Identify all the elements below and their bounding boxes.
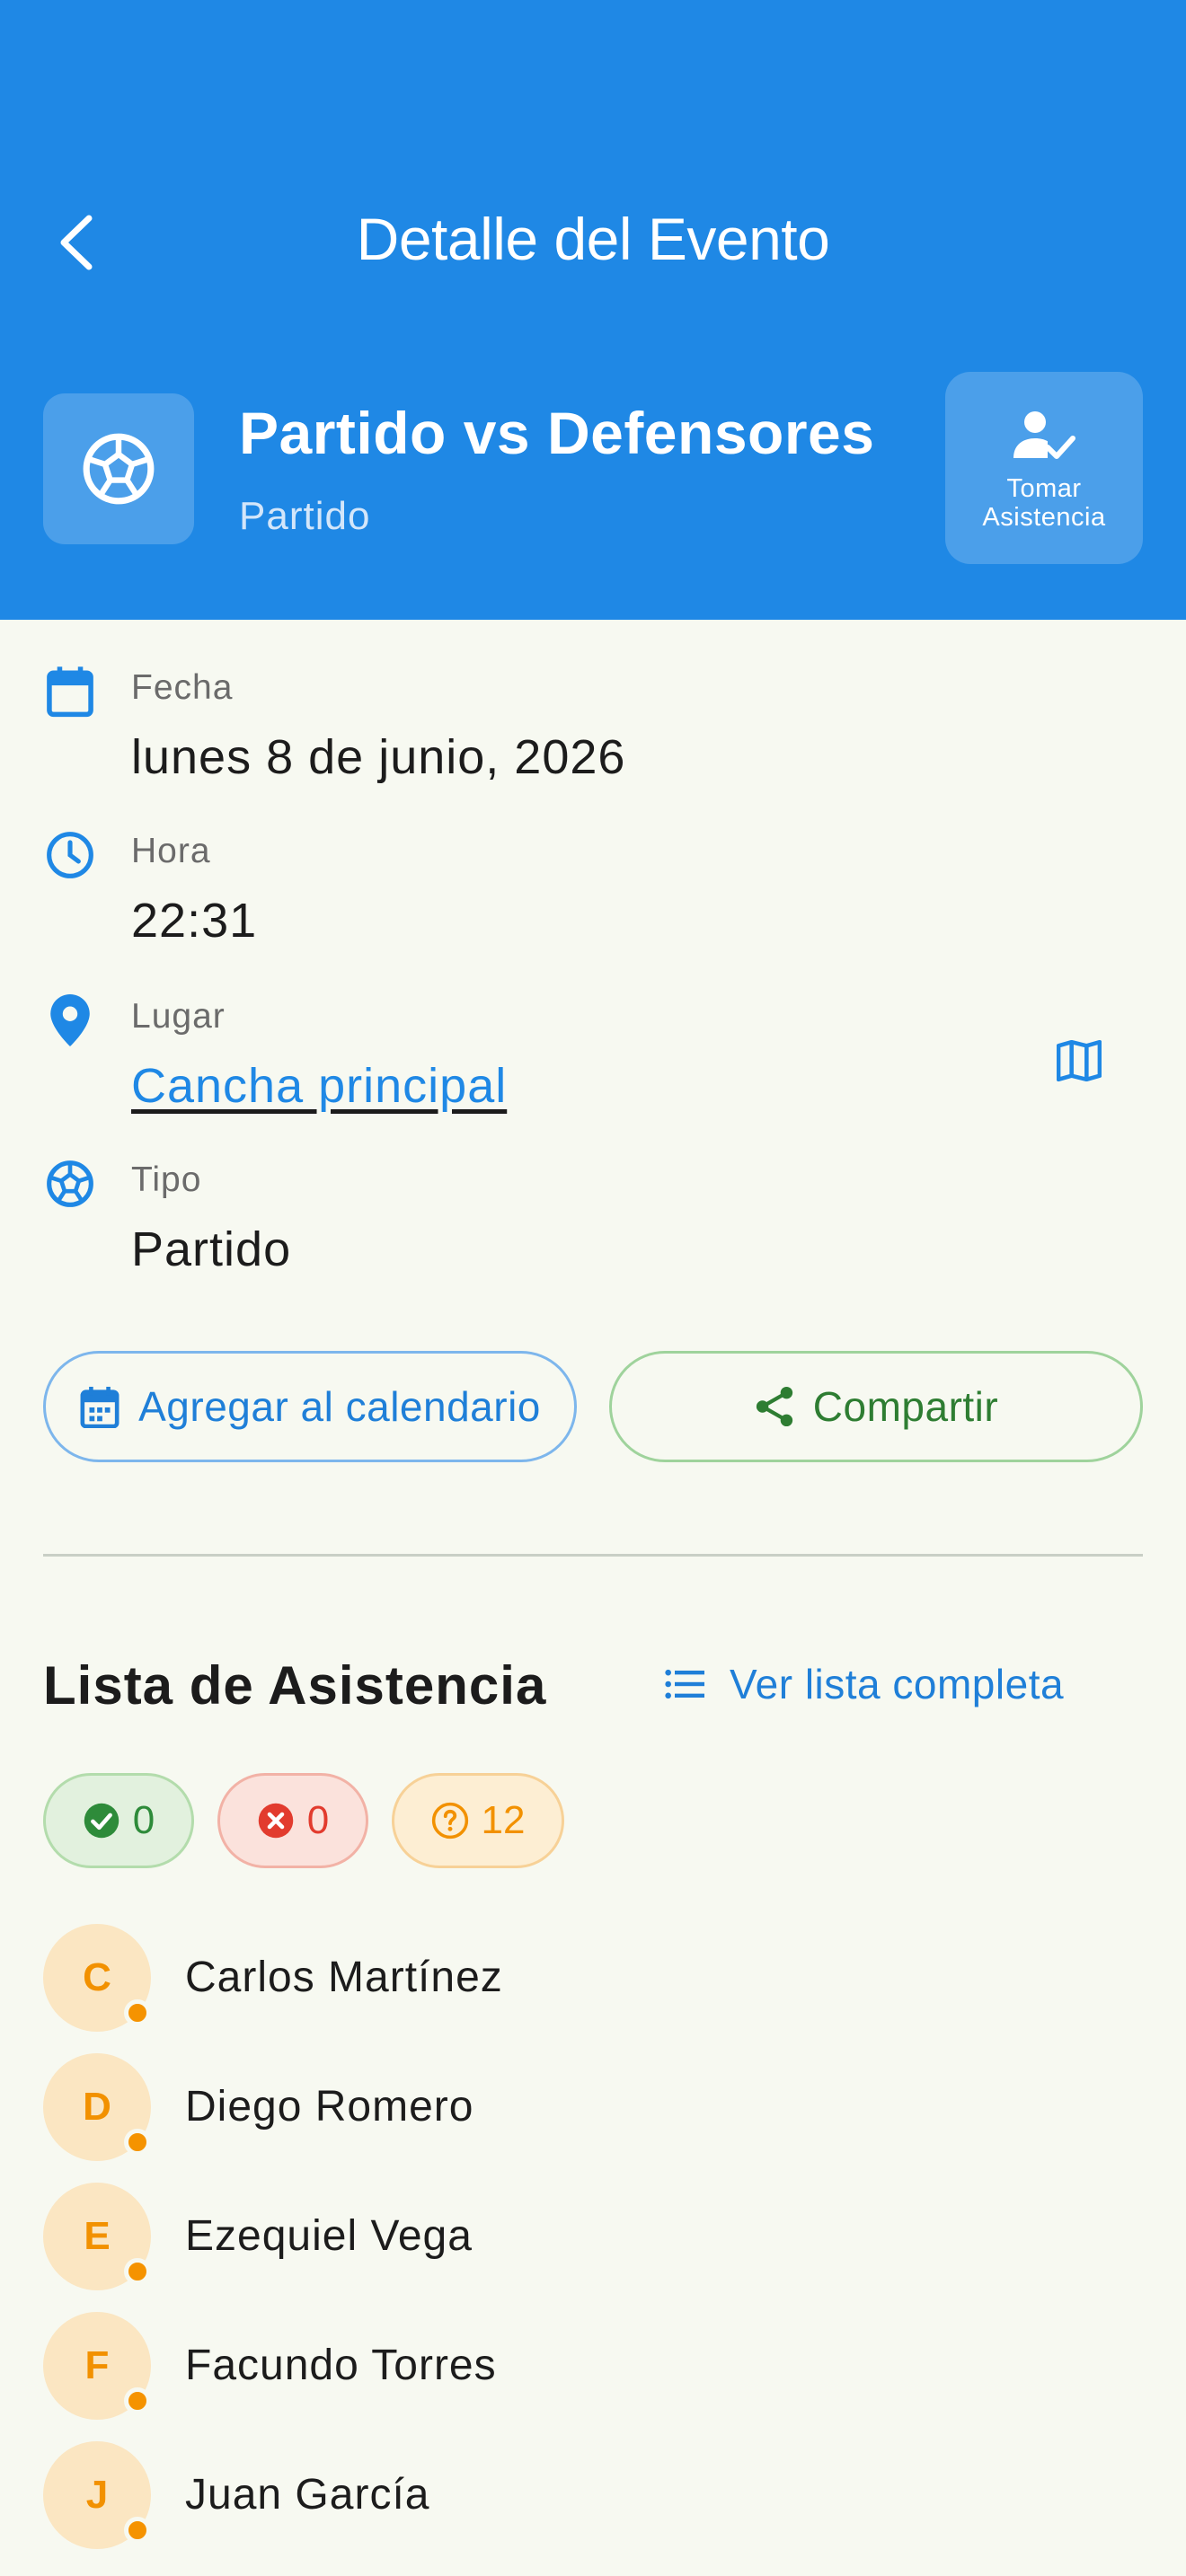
time-value: 22:31 bbox=[131, 894, 258, 948]
clock-icon bbox=[43, 828, 97, 882]
take-attendance-label: Tomar Asistencia bbox=[982, 474, 1106, 532]
member-name: Ezequiel Vega bbox=[185, 2212, 473, 2260]
pending-count-chip[interactable]: 12 bbox=[392, 1773, 564, 1868]
avatar-initial: F bbox=[84, 2343, 110, 2387]
add-to-calendar-button[interactable]: Agregar al calendario bbox=[43, 1351, 577, 1462]
place-label: Lugar bbox=[131, 997, 226, 1036]
calendar-icon bbox=[80, 1386, 119, 1428]
time-label: Hora bbox=[131, 832, 211, 870]
page-title: Detalle del Evento bbox=[356, 206, 830, 272]
member-row[interactable]: D Diego Romero bbox=[0, 2053, 1186, 2161]
avatar-initial: D bbox=[83, 2085, 111, 2129]
pending-status-dot bbox=[124, 2129, 151, 2156]
member-row[interactable]: E Ezequiel Vega bbox=[0, 2183, 1186, 2290]
avatar-initial: J bbox=[85, 2473, 109, 2517]
avatar-initial: E bbox=[84, 2214, 111, 2258]
present-count-chip[interactable]: 0 bbox=[43, 1773, 194, 1868]
list-icon bbox=[665, 1669, 704, 1699]
avatar: E bbox=[43, 2183, 151, 2290]
type-label: Tipo bbox=[131, 1160, 202, 1199]
date-label: Fecha bbox=[131, 668, 234, 707]
member-name: Carlos Martínez bbox=[185, 1954, 503, 2001]
absent-count: 0 bbox=[306, 1798, 330, 1842]
type-value: Partido bbox=[131, 1222, 292, 1276]
section-divider bbox=[43, 1554, 1143, 1557]
pending-status-dot bbox=[124, 1999, 151, 2026]
share-icon bbox=[756, 1386, 792, 1427]
person-check-icon bbox=[1013, 411, 1075, 459]
member-name: Diego Romero bbox=[185, 2083, 474, 2130]
member-name: Facundo Torres bbox=[185, 2342, 497, 2389]
add-to-calendar-label: Agregar al calendario bbox=[138, 1383, 541, 1430]
avatar-initial: C bbox=[83, 1955, 111, 1999]
share-label: Compartir bbox=[812, 1383, 999, 1430]
date-value: lunes 8 de junio, 2026 bbox=[131, 730, 626, 784]
open-map-button[interactable] bbox=[1048, 1029, 1111, 1092]
location-pin-icon bbox=[43, 993, 97, 1047]
attendance-section-title: Lista de Asistencia bbox=[43, 1655, 547, 1716]
member-row[interactable]: F Facundo Torres bbox=[0, 2312, 1186, 2420]
soccer-ball-icon bbox=[83, 433, 155, 505]
pending-status-dot bbox=[124, 2387, 151, 2414]
view-full-list-label: Ver lista completa bbox=[730, 1661, 1065, 1707]
event-type-icon-box bbox=[43, 393, 194, 544]
pending-status-dot bbox=[124, 2517, 151, 2544]
take-attendance-button[interactable]: Tomar Asistencia bbox=[945, 372, 1143, 564]
app-header: Detalle del Evento Partido vs Defensores… bbox=[0, 0, 1186, 620]
event-subtitle: Partido bbox=[239, 494, 371, 538]
place-link[interactable]: Cancha principal bbox=[131, 1058, 507, 1114]
share-button[interactable]: Compartir bbox=[609, 1351, 1143, 1462]
member-row[interactable]: C Carlos Martínez bbox=[0, 1924, 1186, 2032]
avatar: D bbox=[43, 2053, 151, 2161]
avatar: C bbox=[43, 1924, 151, 2032]
calendar-icon bbox=[43, 665, 97, 719]
event-title: Partido vs Defensores bbox=[239, 400, 875, 466]
cancel-circle-icon bbox=[258, 1803, 293, 1839]
map-icon bbox=[1057, 1040, 1102, 1081]
pending-status-dot bbox=[124, 2258, 151, 2285]
avatar: J bbox=[43, 2441, 151, 2549]
pending-count: 12 bbox=[481, 1798, 526, 1842]
member-row[interactable]: J Juan García bbox=[0, 2441, 1186, 2549]
check-circle-icon bbox=[84, 1803, 119, 1839]
question-circle-icon bbox=[431, 1802, 468, 1839]
present-count: 0 bbox=[132, 1798, 155, 1842]
member-name: Juan García bbox=[185, 2471, 430, 2519]
view-full-list-button[interactable]: Ver lista completa bbox=[665, 1660, 1064, 1708]
soccer-ball-icon bbox=[43, 1157, 97, 1211]
avatar: F bbox=[43, 2312, 151, 2420]
absent-count-chip[interactable]: 0 bbox=[217, 1773, 368, 1868]
